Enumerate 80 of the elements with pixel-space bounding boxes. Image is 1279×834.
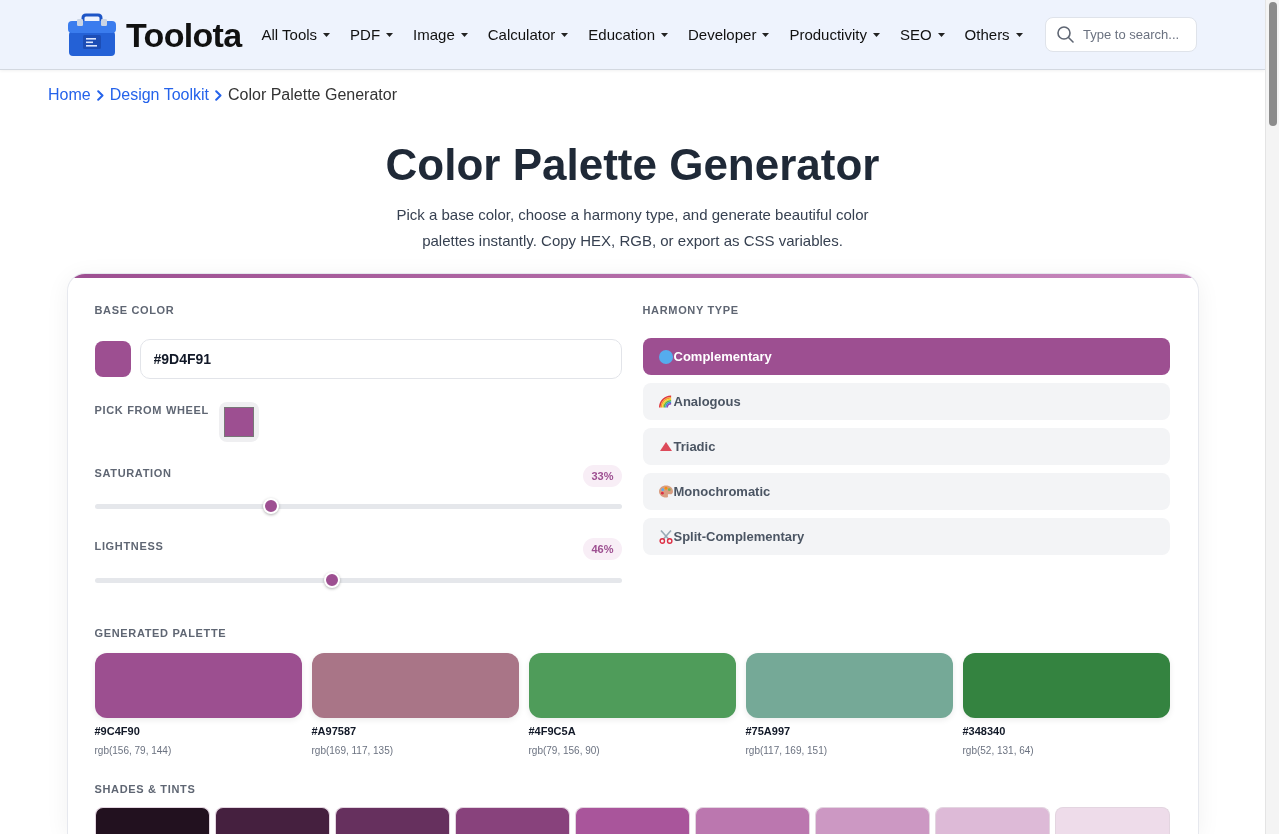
rgb-value: rgb(117, 169, 151): [745, 744, 828, 758]
shade-swatch[interactable]: [454, 807, 570, 834]
nav-menu-item[interactable]: SEO: [899, 24, 945, 45]
value-badge: 33%: [583, 465, 622, 487]
palette-icon: [658, 485, 673, 498]
hex-code: #A97587: [311, 724, 357, 738]
color-picker[interactable]: [218, 402, 259, 442]
chevron-right-icon: [215, 89, 222, 101]
harmony-option[interactable]: Analogous: [642, 383, 1170, 420]
shade-swatch[interactable]: [574, 807, 690, 834]
page-description: Pick a base color, choose a harmony type, and generate beautiful color palettes instantly. Copy HEX, RGB, or export as CSS variables.: [395, 205, 870, 251]
hex-code: #75A997: [745, 724, 791, 738]
caret-icon: [661, 32, 668, 37]
breadcrumb-current: Color Palette Generator: [228, 85, 397, 105]
search-field[interactable]: Type to search...: [1045, 17, 1197, 52]
rgb-value: rgb(52, 131, 64): [962, 744, 1034, 758]
scrollbar-thumb[interactable]: [1268, 2, 1277, 126]
circle-icon: [658, 349, 673, 364]
rgb-value: rgb(79, 156, 90): [528, 744, 600, 758]
rgb-value: rgb(156, 79, 144): [94, 744, 172, 758]
shade-swatch[interactable]: [94, 807, 210, 834]
color-swatch[interactable]: [94, 653, 302, 718]
nav-menu-item[interactable]: Others: [964, 24, 1023, 45]
value-badge: 46%: [583, 538, 622, 560]
section-label: PICK FROM WHEEL: [94, 403, 209, 418]
rainbow-icon: [658, 395, 673, 408]
color-swatch[interactable]: [311, 653, 519, 718]
section-label: HARMONY TYPE: [642, 303, 739, 318]
section-label: GENERATED PALETTE: [94, 626, 227, 641]
search-icon: [1057, 26, 1074, 43]
hex-code: #4F9C5A: [528, 724, 576, 738]
shade-swatch[interactable]: [814, 807, 930, 834]
nav-menu-item[interactable]: Calculator: [487, 24, 569, 45]
nav-menu-item[interactable]: PDF: [350, 24, 394, 45]
caret-icon: [323, 32, 331, 37]
nav-menu-item[interactable]: All Tools: [261, 24, 331, 45]
caret-icon: [1015, 32, 1023, 37]
section-label: SATURATION: [94, 466, 172, 481]
harmony-option[interactable]: Split-Complementary: [642, 518, 1170, 555]
chevron-right-icon: [96, 89, 104, 101]
caret-icon: [762, 32, 770, 37]
caret-icon: [460, 32, 468, 37]
section-label: LIGHTNESS: [94, 539, 164, 554]
caret-icon: [561, 32, 569, 37]
scissors-icon: [658, 529, 673, 544]
color-swatch[interactable]: [528, 653, 736, 718]
scrollbar[interactable]: [1265, 0, 1279, 834]
breadcrumb-link[interactable]: Home: [48, 83, 91, 107]
color-swatch[interactable]: [745, 653, 953, 718]
section-label: BASE COLOR: [94, 303, 175, 318]
toolbox-icon: [68, 13, 116, 56]
shade-swatch[interactable]: [934, 807, 1050, 834]
slider-thumb[interactable]: [263, 498, 280, 514]
shade-swatch[interactable]: [1054, 807, 1170, 834]
harmony-option[interactable]: Complementary: [642, 338, 1170, 375]
color-swatch: [223, 407, 254, 437]
caret-icon: [937, 32, 945, 37]
nav-menu-item[interactable]: Image: [413, 24, 468, 45]
hex-code: #348340: [962, 724, 1006, 738]
shade-swatch[interactable]: [214, 807, 330, 834]
caret-icon: [872, 32, 880, 37]
triangle-icon: [659, 442, 672, 451]
shade-swatch[interactable]: [694, 807, 810, 834]
nav-menu-item[interactable]: Developer: [688, 24, 770, 45]
hex-code: #9C4F90: [94, 724, 140, 738]
harmony-option[interactable]: Triadic: [642, 428, 1170, 465]
breadcrumb-link[interactable]: Design Toolkit: [109, 83, 209, 107]
slider-thumb[interactable]: [324, 572, 341, 588]
section-label: SHADES & TINTS: [94, 782, 196, 797]
shade-swatch[interactable]: [334, 807, 450, 834]
nav-menu-item[interactable]: Education: [588, 24, 668, 45]
page-title: Color Palette Generator: [385, 140, 880, 190]
logo-text[interactable]: Toolota: [126, 17, 242, 52]
color-swatch[interactable]: [962, 653, 1170, 718]
caret-icon: [386, 32, 394, 37]
harmony-option[interactable]: Monochromatic: [642, 473, 1170, 510]
color-swatch[interactable]: [94, 341, 131, 377]
hex-input-field[interactable]: #9D4F91: [139, 339, 622, 379]
nav-menu-item[interactable]: Productivity: [789, 24, 880, 45]
rgb-value: rgb(169, 117, 135): [311, 744, 394, 758]
